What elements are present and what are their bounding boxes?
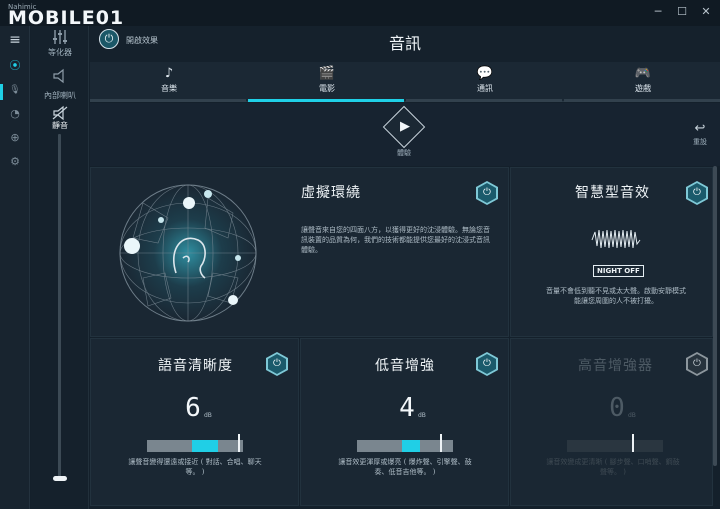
clapperboard-icon: 🎬 [318, 66, 336, 81]
title-bar: Nahimic MOBILE01 ─ ☐ ✕ [0, 0, 720, 29]
bass-boost-title: 低音增強 [375, 358, 435, 374]
play-icon[interactable]: ▶ [396, 118, 414, 136]
microphone-icon[interactable]: 🎙 [7, 82, 23, 98]
tab-label: 電影 [319, 84, 335, 93]
device-panel: 等化器 內部喇叭 靜音 [31, 26, 89, 509]
slider-fill [192, 440, 219, 452]
surround-power-button[interactable]: ⏻ [476, 181, 498, 205]
treble-boost-panel: 高音增強器 ⏻ 0 dB 讓音效變成更清晰 ( 腳步聲、口哨聲、鋼鼓聲等。 ) [510, 338, 713, 506]
smart-volume-description: 音量不會低到聽不見或太大聲。啟動安靜模式能讓您周圍的人不被打擾。 [546, 287, 686, 305]
power-icon: ⏻ [478, 183, 496, 203]
slider-knob[interactable] [238, 434, 241, 452]
menu-icon[interactable]: ≡ [7, 32, 23, 48]
tab-label: 遊戲 [635, 84, 651, 93]
voice-clarity-panel: 語音清晰度 ⏻ 6 dB 讓聲音變得還遠或接近 ( 對話、合唱、聊天等。 ) [90, 338, 299, 506]
settings-icon[interactable]: ⚙ [7, 154, 23, 170]
minimize-button[interactable]: ─ [648, 4, 668, 20]
profile-tabs: ♪ 音樂 🎬 電影 💬 通訊 🎮 遊戲 [90, 62, 720, 102]
treble-boost-power-button[interactable]: ⏻ [686, 352, 708, 376]
rail-active-indicator [0, 84, 3, 100]
test-label: 體驗 [397, 149, 411, 157]
speaker-icon[interactable] [51, 68, 69, 84]
voice-clarity-power-button[interactable]: ⏻ [266, 352, 288, 376]
equalizer-icon[interactable] [51, 29, 69, 45]
treble-boost-slider[interactable] [567, 434, 663, 452]
left-rail: ≡ ⦿ 🎙 ◔ ⊕ ⚙ [0, 26, 30, 509]
tab-music[interactable]: ♪ 音樂 [90, 62, 248, 102]
voice-clarity-value: 6 [185, 393, 201, 423]
bass-boost-unit: dB [418, 412, 426, 419]
treble-boost-value: 0 [609, 393, 625, 423]
waveform-icon [591, 229, 641, 249]
surround-panel: 虛擬環繞 ⏻ 讓聲音來自您的四面八方，以獲得更好的沈浸體驗。無論您音訊裝置的品質… [90, 167, 509, 337]
voice-clarity-description: 讓聲音變得還遠或接近 ( 對話、合唱、聊天等。 ) [128, 458, 262, 476]
network-icon[interactable]: ⊕ [7, 130, 23, 146]
mute-button[interactable]: 靜音 [31, 120, 89, 131]
tab-communication[interactable]: 💬 通訊 [406, 62, 564, 102]
tab-label: 音樂 [161, 84, 177, 93]
reset-icon[interactable]: ↩ [690, 121, 710, 136]
gamepad-icon: 🎮 [634, 66, 652, 81]
bass-boost-slider[interactable] [357, 434, 453, 452]
equalizer-button[interactable]: 等化器 [31, 47, 89, 58]
close-button[interactable]: ✕ [696, 4, 716, 20]
power-icon: ⏻ [478, 354, 496, 374]
header: ⏻ 開啟效果 音訊 [90, 26, 720, 62]
bass-boost-panel: 低音增強 ⏻ 4 dB 讓音效更渾厚或爆亮 ( 爆炸聲、引擎聲、鼓奏、低音吉他等… [300, 338, 509, 506]
slider-knob[interactable] [440, 434, 443, 452]
scrollbar[interactable] [713, 166, 717, 466]
reset-label[interactable]: 重設 [686, 137, 714, 147]
bass-boost-description: 讓音效更渾厚或爆亮 ( 爆炸聲、引擎聲、鼓奏、低音吉他等。 ) [338, 458, 472, 476]
voice-clarity-unit: dB [204, 412, 212, 419]
maximize-button[interactable]: ☐ [672, 4, 692, 20]
bass-boost-value: 4 [399, 393, 415, 423]
bass-boost-power-button[interactable]: ⏻ [476, 352, 498, 376]
treble-boost-description: 讓音效變成更清晰 ( 腳步聲、口哨聲、鋼鼓聲等。 ) [546, 458, 680, 476]
smart-volume-panel: 智慧型音效 ⏻ NIGHT OFF 音量不會低到聽不見或太大聲。啟動安靜模式能讓… [510, 167, 713, 337]
smart-volume-power-button[interactable]: ⏻ [686, 181, 708, 205]
chat-icon: 💬 [476, 66, 494, 81]
tab-label: 通訊 [477, 84, 493, 93]
volume-slider-track[interactable] [58, 134, 61, 480]
mute-icon[interactable] [51, 105, 69, 121]
surround-description: 讓聲音來自您的四面八方，以獲得更好的沈浸體驗。無論您音訊裝置的品質為何，我們的技… [301, 226, 490, 254]
effects-power-button[interactable]: ⏻ [99, 29, 119, 49]
power-icon: ⏻ [688, 183, 706, 203]
slider-fill [402, 440, 421, 452]
effects-label: 開啟效果 [126, 36, 158, 45]
voice-clarity-slider[interactable] [147, 434, 243, 452]
audio-icon[interactable]: ⦿ [7, 58, 23, 74]
power-icon: ⏻ [688, 354, 706, 374]
night-mode-badge[interactable]: NIGHT OFF [593, 265, 644, 277]
music-icon: ♪ [164, 66, 174, 81]
volume-slider-thumb[interactable] [53, 476, 67, 481]
internal-speaker-button[interactable]: 內部喇叭 [31, 90, 89, 101]
gauge-icon[interactable]: ◔ [7, 106, 23, 122]
smart-volume-title: 智慧型音效 [575, 185, 650, 201]
power-icon: ⏻ [268, 354, 286, 374]
treble-boost-title: 高音增強器 [578, 358, 653, 374]
page-title: 音訊 [388, 34, 421, 53]
voice-clarity-title: 語音清晰度 [158, 358, 233, 374]
surround-title: 虛擬環繞 [301, 185, 361, 201]
tab-gaming[interactable]: 🎮 遊戲 [564, 62, 720, 102]
treble-boost-unit: dB [628, 412, 636, 419]
test-area: ▶ 體驗 ↩ 重設 [90, 103, 720, 166]
slider-knob[interactable] [632, 434, 635, 452]
surround-sphere-illustration [119, 184, 257, 322]
tab-movie[interactable]: 🎬 電影 [248, 62, 406, 102]
